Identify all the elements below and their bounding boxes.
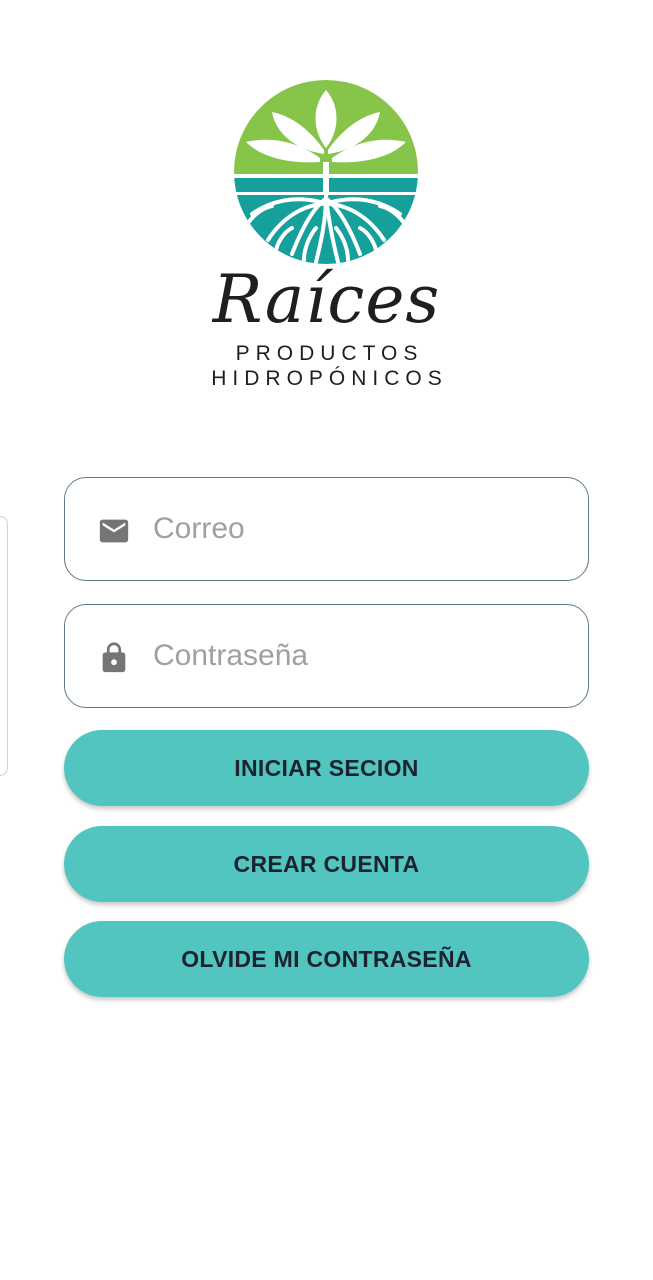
- brand-logo: Raíces PRODUCTOS HIDROPÓNICOS: [0, 70, 653, 400]
- brand-subtitle-line2: HIDROPÓNICOS: [211, 367, 448, 390]
- lock-icon: [102, 642, 126, 673]
- forgot-password-button[interactable]: OLVIDE MI CONTRASEÑA: [64, 921, 589, 997]
- email-field[interactable]: [64, 477, 589, 581]
- email-input[interactable]: [153, 478, 568, 580]
- create-account-button[interactable]: CREAR CUENTA: [64, 826, 589, 902]
- lotus-roots-logo-icon: [234, 80, 418, 264]
- password-field[interactable]: [64, 604, 589, 708]
- login-button[interactable]: INICIAR SECION: [64, 730, 589, 806]
- drawer-edge-handle[interactable]: [0, 516, 8, 776]
- brand-script-name: Raíces: [212, 261, 441, 338]
- password-input[interactable]: [153, 605, 568, 707]
- brand-subtitle-line1: PRODUCTOS: [235, 342, 424, 365]
- mail-icon: [99, 519, 129, 543]
